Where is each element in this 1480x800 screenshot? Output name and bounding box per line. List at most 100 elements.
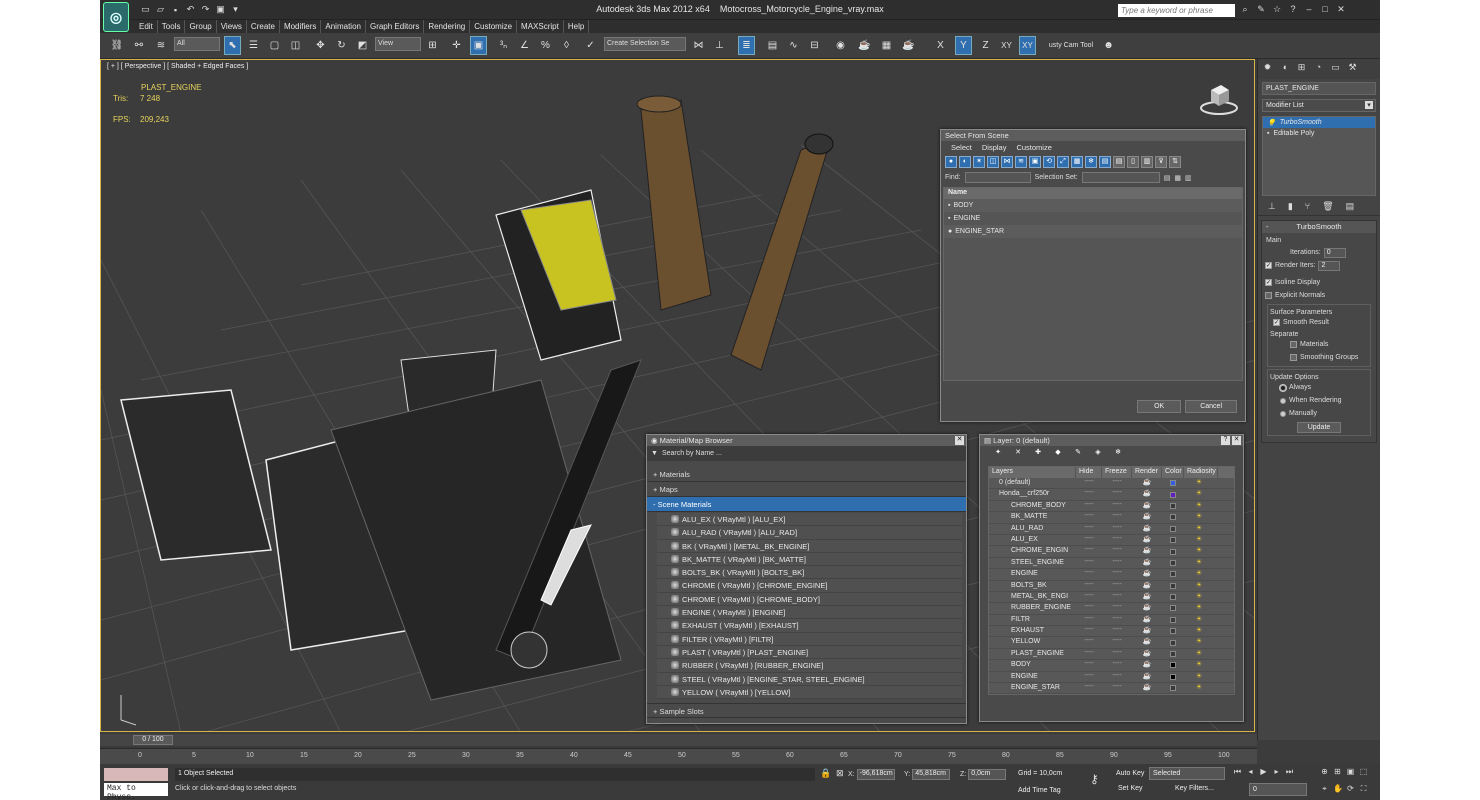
hide-toggle[interactable]: ----	[1076, 660, 1102, 670]
when-rendering-radio[interactable]	[1280, 397, 1286, 404]
radiosity-icon[interactable]: ☀	[1184, 478, 1214, 488]
layer-name[interactable]: BK_MATTE	[989, 512, 1076, 522]
materials-section[interactable]: + Materials	[647, 467, 966, 482]
render-teapot-icon[interactable]: ☕	[1132, 558, 1162, 568]
render-teapot-icon[interactable]: ☕	[1132, 637, 1162, 647]
render-teapot-icon[interactable]: ☕	[1132, 615, 1162, 625]
color-swatch[interactable]	[1162, 581, 1184, 591]
modifier-list-dropdown[interactable]: Modifier List	[1262, 99, 1376, 112]
freeze-toggle[interactable]: ----	[1102, 535, 1132, 545]
pan-icon[interactable]: ✋	[1333, 784, 1343, 795]
freeze-toggle[interactable]: ----	[1102, 569, 1132, 579]
filter-icon[interactable]: ⊽	[1155, 156, 1167, 168]
radiosity-icon[interactable]: ☀	[1184, 615, 1214, 625]
col-color[interactable]: Color	[1162, 467, 1184, 478]
render-teapot-icon[interactable]: ☕	[1132, 501, 1162, 511]
color-swatch[interactable]	[1162, 592, 1184, 602]
lock-selection-icon[interactable]: 🔒	[820, 768, 831, 779]
material-item[interactable]: ALU_EX ( VRayMtl ) [ALU_EX]	[657, 513, 962, 527]
graphite-icon[interactable]: ▤	[764, 36, 781, 55]
align-icon[interactable]: ⊥	[711, 36, 728, 55]
hide-toggle[interactable]: ----	[1076, 649, 1102, 659]
search-icon[interactable]: ⌕	[1240, 4, 1250, 15]
hide-toggle[interactable]: ----	[1076, 672, 1102, 682]
col-hide[interactable]: Hide	[1076, 467, 1102, 478]
material-item[interactable]: CHROME ( VRayMtl ) [CHROME_BODY]	[657, 592, 962, 607]
maxscript-listener[interactable]	[104, 768, 168, 781]
list-item[interactable]: ▪ ENGINE	[944, 212, 1242, 225]
camera-filter-icon[interactable]: ◫	[987, 156, 999, 168]
delete-layer-icon[interactable]: ✕	[1012, 448, 1024, 460]
layer-row[interactable]: METAL_BK_ENGI ---- ---- ☕ ☀	[989, 591, 1234, 604]
pin-stack-icon[interactable]: ⊥	[1268, 201, 1276, 212]
highlight-layer-icon[interactable]: ✎	[1072, 448, 1084, 460]
render-teapot-icon[interactable]: ☕	[1132, 546, 1162, 556]
layer-row[interactable]: Honda__crf250r ---- ---- ☕ ☀	[989, 489, 1234, 501]
hide-toggle[interactable]: ----	[1076, 581, 1102, 591]
hide-toggle[interactable]: ----	[1076, 569, 1102, 579]
always-radio[interactable]	[1280, 384, 1286, 391]
freeze-toggle[interactable]: ----	[1102, 615, 1132, 625]
iterations-spinner[interactable]: 0	[1323, 247, 1346, 258]
object-name-field[interactable]: PLAST_ENGINE	[1262, 82, 1376, 95]
menu-views[interactable]: Views	[217, 20, 247, 33]
ref-coord-dropdown[interactable]: View	[375, 37, 421, 51]
freeze-toggle[interactable]: ----	[1102, 558, 1132, 568]
layer-row[interactable]: EXHAUST ---- ---- ☕ ☀	[989, 626, 1234, 638]
max-logo-icon[interactable]: ◎	[103, 2, 129, 32]
help-search-input[interactable]	[1118, 4, 1235, 17]
layer-name[interactable]: METAL_BK_ENGI	[989, 592, 1076, 602]
menu-graph-editors[interactable]: Graph Editors	[366, 20, 425, 33]
percent-snap-icon[interactable]: %	[537, 36, 554, 55]
layer-name[interactable]: BODY	[989, 660, 1076, 670]
scale-icon[interactable]: ◩	[354, 36, 371, 55]
select-dialog-menu-display[interactable]: Display	[982, 143, 1007, 152]
goto-start-icon[interactable]: ⏮	[1233, 767, 1242, 778]
mirror-icon[interactable]: ⋈	[690, 36, 707, 55]
unlink-icon[interactable]: ⚯	[130, 36, 148, 55]
radiosity-icon[interactable]: ☀	[1184, 489, 1214, 499]
radiosity-icon[interactable]: ☀	[1184, 660, 1214, 670]
material-item[interactable]: STEEL ( VRayMtl ) [ENGINE_STAR, STEEL_EN…	[657, 672, 962, 686]
material-item[interactable]: BOLTS_BK ( VRayMtl ) [BOLTS_BK]	[657, 566, 962, 580]
freeze-toggle[interactable]: ----	[1102, 489, 1132, 499]
angle-snap-icon[interactable]: ∠	[516, 36, 533, 55]
bulb-icon[interactable]: 💡	[1267, 119, 1276, 127]
color-swatch[interactable]	[1162, 524, 1184, 534]
stack-item-editable-poly[interactable]: ▪ Editable Poly	[1263, 128, 1375, 139]
time-slider-handle[interactable]: 0 / 100	[133, 735, 173, 745]
display-none-icon[interactable]: ▯	[1127, 156, 1139, 168]
layer-name[interactable]: ENGINE	[989, 569, 1076, 579]
layer-row[interactable]: CHROME_ENGIN ---- ---- ☕ ☀	[989, 546, 1234, 558]
select-object-icon[interactable]: ⬉	[224, 36, 241, 55]
render-teapot-icon[interactable]: ☕	[1132, 592, 1162, 602]
select-dialog-menu-customize[interactable]: Customize	[1016, 143, 1051, 152]
layer-name[interactable]: ENGINE	[989, 672, 1076, 682]
layer-row[interactable]: BOLTS_BK ---- ---- ☕ ☀	[989, 580, 1234, 592]
container-filter-icon[interactable]: ▦	[1071, 156, 1083, 168]
radiosity-icon[interactable]: ☀	[1184, 569, 1214, 579]
key-icon[interactable]: ⚷	[1090, 772, 1099, 786]
menu-help[interactable]: Help	[564, 20, 590, 33]
axis-z-button[interactable]: Z	[977, 36, 994, 55]
freeze-toggle[interactable]: ----	[1102, 660, 1132, 670]
radiosity-icon[interactable]: ☀	[1184, 683, 1214, 693]
radiosity-icon[interactable]: ☀	[1184, 558, 1214, 568]
col-freeze[interactable]: Freeze	[1102, 467, 1132, 478]
find-input[interactable]	[964, 172, 1031, 183]
layer-row[interactable]: PLAST_ENGINE ---- ---- ☕ ☀	[989, 648, 1234, 661]
freeze-toggle[interactable]: ----	[1102, 546, 1132, 556]
list-item[interactable]: ▪ BODY	[944, 199, 1242, 212]
zoom-all-icon[interactable]: ⊞	[1333, 767, 1342, 778]
selection-set-dropdown[interactable]	[1081, 172, 1160, 183]
material-item[interactable]: BK ( VRayMtl ) [METAL_BK_ENGINE]	[657, 539, 962, 553]
layer-manager-icon[interactable]: ≣	[738, 36, 755, 55]
layer-row[interactable]: BK_MATTE ---- ---- ☕ ☀	[989, 512, 1234, 524]
z-value[interactable]: 0,0cm	[968, 769, 1007, 780]
layer-row[interactable]: STEEL_ENGINE ---- ---- ☕ ☀	[989, 557, 1234, 570]
layer-name[interactable]: FILTR	[989, 615, 1076, 625]
hide-toggle[interactable]: ----	[1076, 535, 1102, 545]
freeze-toggle[interactable]: ----	[1102, 501, 1132, 511]
mat-browser-title[interactable]: ◉ Material/Map Browser ✕	[647, 435, 966, 446]
min-max-toggle-icon[interactable]: ⛶	[1359, 784, 1368, 795]
